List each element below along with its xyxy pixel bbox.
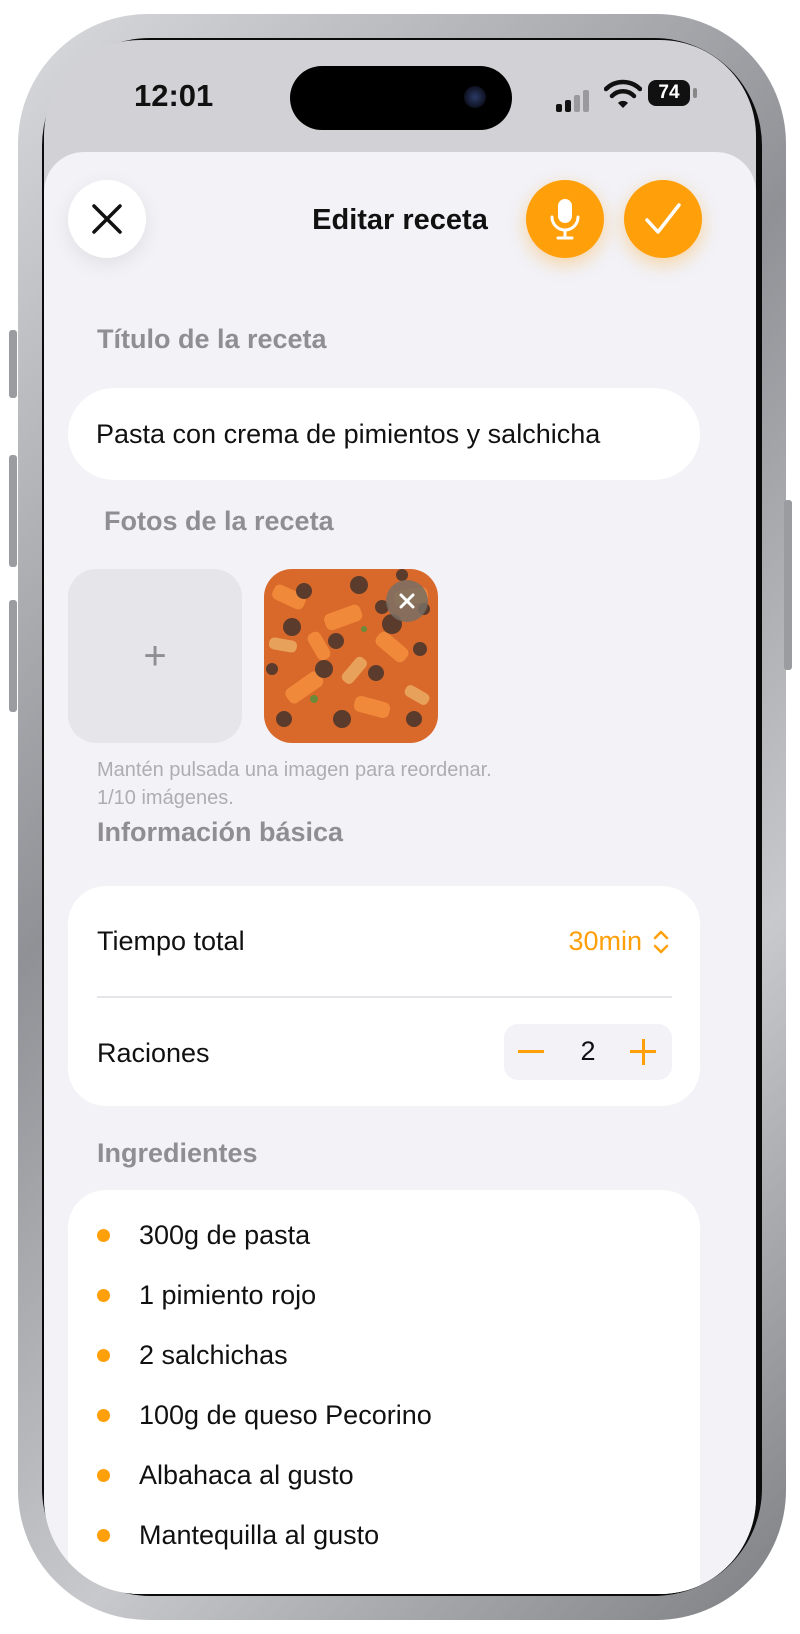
servings-stepper: 2 xyxy=(504,1024,672,1080)
ingredient-item[interactable]: 100g de queso Pecorino xyxy=(68,1396,700,1436)
recipe-title-label: Título de la receta xyxy=(97,324,327,354)
checkmark-icon xyxy=(645,203,681,234)
bullet-icon xyxy=(97,1229,110,1242)
photos-hint: Mantén pulsada una imagen para reordenar… xyxy=(97,756,492,812)
bullet-icon xyxy=(97,1469,110,1482)
ingredient-item[interactable]: 2 salchichas xyxy=(68,1336,700,1376)
ingredients-card: 300g de pasta 1 pimiento rojo 2 salchich… xyxy=(68,1190,700,1594)
bullet-icon xyxy=(97,1289,110,1302)
edit-recipe-sheet: Editar receta Título de la receta Pasta … xyxy=(44,152,756,1594)
plus-icon xyxy=(642,1039,645,1065)
volume-up-button xyxy=(9,455,17,567)
wifi-icon xyxy=(604,79,642,108)
microphone-icon xyxy=(550,199,580,240)
voice-input-button[interactable] xyxy=(526,180,604,258)
camera-icon xyxy=(464,86,486,108)
status-bar: 12:01 74 xyxy=(44,40,756,150)
image-count: 1/10 imágenes. xyxy=(97,787,234,809)
save-button[interactable] xyxy=(624,180,702,258)
plus-icon: + xyxy=(143,633,167,678)
photos-label: Fotos de la receta xyxy=(104,506,334,536)
ingredient-text: 1 pimiento rojo xyxy=(139,1280,317,1310)
close-icon xyxy=(399,593,415,609)
recipe-title-input[interactable]: Pasta con crema de pimientos y salchicha xyxy=(68,388,700,480)
ingredient-text: Mantequilla al gusto xyxy=(139,1520,380,1550)
reorder-hint: Mantén pulsada una imagen para reordenar… xyxy=(97,759,492,781)
battery-tip xyxy=(693,88,697,98)
ingredient-text: 300g de pasta xyxy=(139,1220,311,1250)
screen: 12:01 74 Editar receta Título de la rece… xyxy=(44,40,756,1594)
bullet-icon xyxy=(97,1409,110,1422)
total-time-label: Tiempo total xyxy=(97,926,245,956)
ingredient-text: 2 salchichas xyxy=(139,1340,288,1370)
ingredient-item[interactable]: Albahaca al gusto xyxy=(68,1456,700,1496)
power-button xyxy=(784,500,792,670)
bullet-icon xyxy=(97,1529,110,1542)
bullet-icon xyxy=(97,1349,110,1362)
volume-down-button xyxy=(9,600,17,712)
basic-info-label: Información básica xyxy=(97,817,344,847)
battery-indicator: 74 xyxy=(648,80,690,106)
ingredient-item[interactable]: 300g de pasta xyxy=(68,1216,700,1256)
ingredient-text: Albahaca al gusto xyxy=(139,1460,354,1490)
ingredient-item[interactable]: Mantequilla al gusto xyxy=(68,1516,700,1556)
dynamic-island xyxy=(290,66,512,130)
action-button xyxy=(9,330,17,398)
add-photo-button[interactable]: + xyxy=(68,569,242,743)
ingredient-item[interactable]: 1 pimiento rojo xyxy=(68,1276,700,1316)
status-time: 12:01 xyxy=(134,78,214,113)
chevron-up-down-icon xyxy=(653,930,669,954)
total-time-picker[interactable]: 30min xyxy=(568,926,642,957)
remove-photo-button[interactable] xyxy=(386,580,428,622)
ingredients-label: Ingredientes xyxy=(97,1138,258,1168)
divider xyxy=(97,996,672,998)
ingredient-text: 100g de queso Pecorino xyxy=(139,1400,432,1430)
servings-label: Raciones xyxy=(97,1038,210,1068)
basic-info-card: Tiempo total 30min Raciones 2 xyxy=(68,886,700,1106)
